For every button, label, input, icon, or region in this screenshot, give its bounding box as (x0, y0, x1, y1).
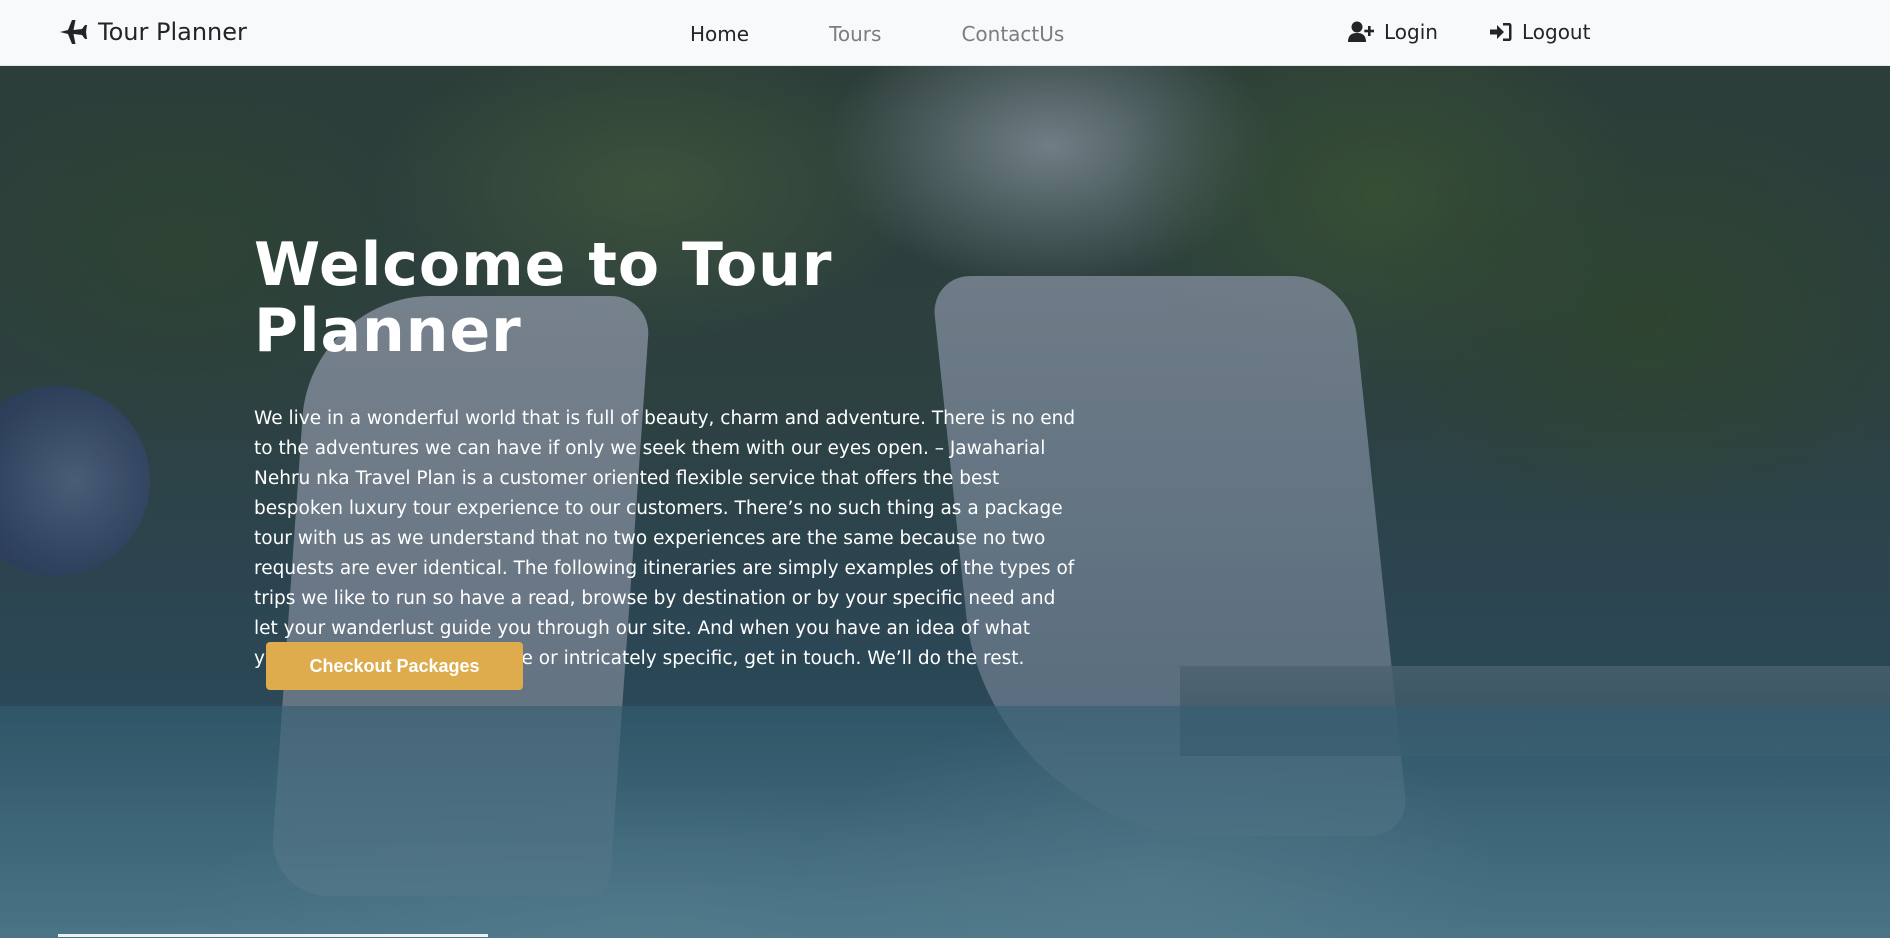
nav-link-home[interactable]: Home (690, 22, 749, 46)
nav-link-tours[interactable]: Tours (829, 22, 881, 46)
hero-content: Welcome to Tour Planner We live in a won… (254, 232, 1084, 674)
login-label: Login (1384, 20, 1438, 44)
hero-title: Welcome to Tour Planner (254, 230, 833, 366)
checkout-packages-button[interactable]: Checkout Packages (266, 642, 523, 690)
bottom-divider (58, 934, 488, 937)
nav-link-contactus[interactable]: ContactUs (961, 22, 1064, 46)
hero-section: Welcome to Tour Planner We live in a won… (0, 66, 1890, 938)
navbar: Tour Planner Home Tours ContactUs Login (0, 0, 1890, 66)
logout-label: Logout (1521, 20, 1591, 44)
hero-description: We live in a wonderful world that is ful… (254, 408, 1076, 669)
user-plus-icon (1348, 21, 1374, 43)
main-nav: Home Tours ContactUs (690, 22, 1064, 46)
login-link[interactable]: Login (1348, 20, 1438, 44)
plane-icon (58, 18, 88, 46)
logout-link[interactable]: Logout (1489, 20, 1591, 44)
auth-links: Login Logout (1348, 20, 1590, 44)
brand-link[interactable]: Tour Planner (58, 18, 247, 46)
sign-in-icon (1489, 22, 1512, 42)
brand-name: Tour Planner (98, 18, 247, 46)
